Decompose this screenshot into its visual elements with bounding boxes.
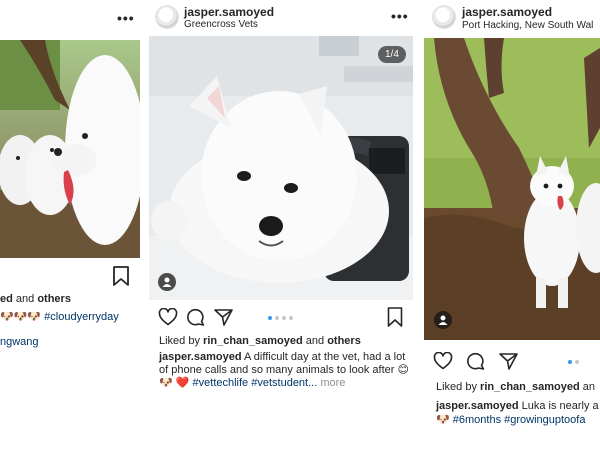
caption-username[interactable]: jasper.samoyed: [436, 400, 519, 412]
post-location[interactable]: Greencross Vets: [184, 19, 258, 30]
liked-by-text: ed and others: [0, 293, 71, 305]
user-tag-icon[interactable]: [434, 311, 452, 329]
post-photo-samoyeds-park[interactable]: [424, 38, 600, 340]
liked-prefix: Liked by: [159, 335, 200, 347]
post-photo-samoyed-vet[interactable]: [149, 36, 413, 300]
liked-others[interactable]: others: [37, 293, 71, 305]
post-header: jasper.samoyed Port Hacking, New South W…: [424, 0, 600, 36]
post-username[interactable]: jasper.samoyed: [462, 5, 552, 19]
caption-hashtags[interactable]: #6months #growinguptoofa: [453, 414, 586, 426]
comment-icon[interactable]: [467, 352, 485, 370]
liked-and: an: [582, 381, 596, 393]
user-tag-icon[interactable]: [158, 273, 176, 291]
action-bar: [149, 306, 413, 330]
post-photo-samoyeds[interactable]: [0, 40, 140, 258]
carousel-dot: [282, 316, 286, 320]
caption-line-2: 🐶 #6months #growinguptoofa: [436, 414, 585, 427]
caption-text: Luka is nearly a: [521, 400, 599, 412]
carousel-dot: [289, 316, 293, 320]
caption-hashtags[interactable]: #vettechlife #vetstudent...: [193, 377, 318, 389]
carousel-dot: [575, 360, 579, 364]
caption-heart: ❤️: [175, 377, 190, 389]
more-icon[interactable]: •••: [391, 8, 409, 24]
carousel-indicator: [568, 360, 579, 364]
carousel-dot-active: [268, 316, 272, 320]
post-location[interactable]: Port Hacking, New South Wal: [462, 20, 593, 31]
carousel-indicator: [268, 316, 293, 320]
post-card-left: ••• ed and others 🐶🐶🐶 #cloudyerryday ngw…: [0, 0, 142, 355]
carousel-dot-active: [568, 360, 572, 364]
share-icon[interactable]: [214, 308, 233, 326]
liked-and: and: [15, 293, 35, 305]
bookmark-icon[interactable]: [112, 266, 130, 286]
caption-hashtag-2[interactable]: ngwang: [0, 336, 39, 348]
liked-prefix: Liked by: [436, 381, 477, 393]
liked-others[interactable]: others: [327, 335, 361, 347]
post-card-center: jasper.samoyed Greencross Vets ••• 1/4 L…: [149, 0, 413, 395]
caption-username[interactable]: jasper.samoyed: [159, 351, 242, 363]
avatar[interactable]: [155, 5, 179, 29]
caption-more-link[interactable]: more: [320, 377, 345, 389]
caption: jasper.samoyed Luka is nearly a: [436, 400, 599, 413]
comment-icon[interactable]: [187, 308, 205, 326]
post-username[interactable]: jasper.samoyed: [184, 5, 274, 19]
bookmark-icon[interactable]: [387, 307, 403, 327]
heart-icon[interactable]: [433, 352, 453, 370]
liked-by-text: Liked by rin_chan_samoyed an: [436, 381, 595, 393]
caption: jasper.samoyed A difficult day at the ve…: [159, 351, 409, 390]
post-card-right: jasper.samoyed Port Hacking, New South W…: [424, 0, 600, 450]
carousel-dot: [275, 316, 279, 320]
post-header: jasper.samoyed Greencross Vets •••: [149, 0, 413, 36]
carousel-counter: 1/4: [378, 46, 406, 63]
liked-user[interactable]: rin_chan_samoyed: [203, 335, 303, 347]
liked-and: and: [305, 335, 325, 347]
heart-icon[interactable]: [158, 308, 178, 326]
action-bar: [424, 350, 600, 374]
avatar[interactable]: [432, 5, 456, 29]
liked-by-text: Liked by rin_chan_samoyed and others: [159, 335, 361, 347]
liked-suffix: ed: [0, 293, 13, 305]
liked-user[interactable]: rin_chan_samoyed: [480, 381, 580, 393]
share-icon[interactable]: [499, 352, 518, 370]
caption-emojis: 🐶🐶🐶: [0, 311, 42, 323]
caption-hashtag[interactable]: #cloudyerryday: [44, 311, 119, 323]
caption: 🐶🐶🐶 #cloudyerryday: [0, 311, 119, 324]
more-icon[interactable]: •••: [117, 10, 135, 26]
caption-emoji: 🐶: [436, 414, 450, 426]
